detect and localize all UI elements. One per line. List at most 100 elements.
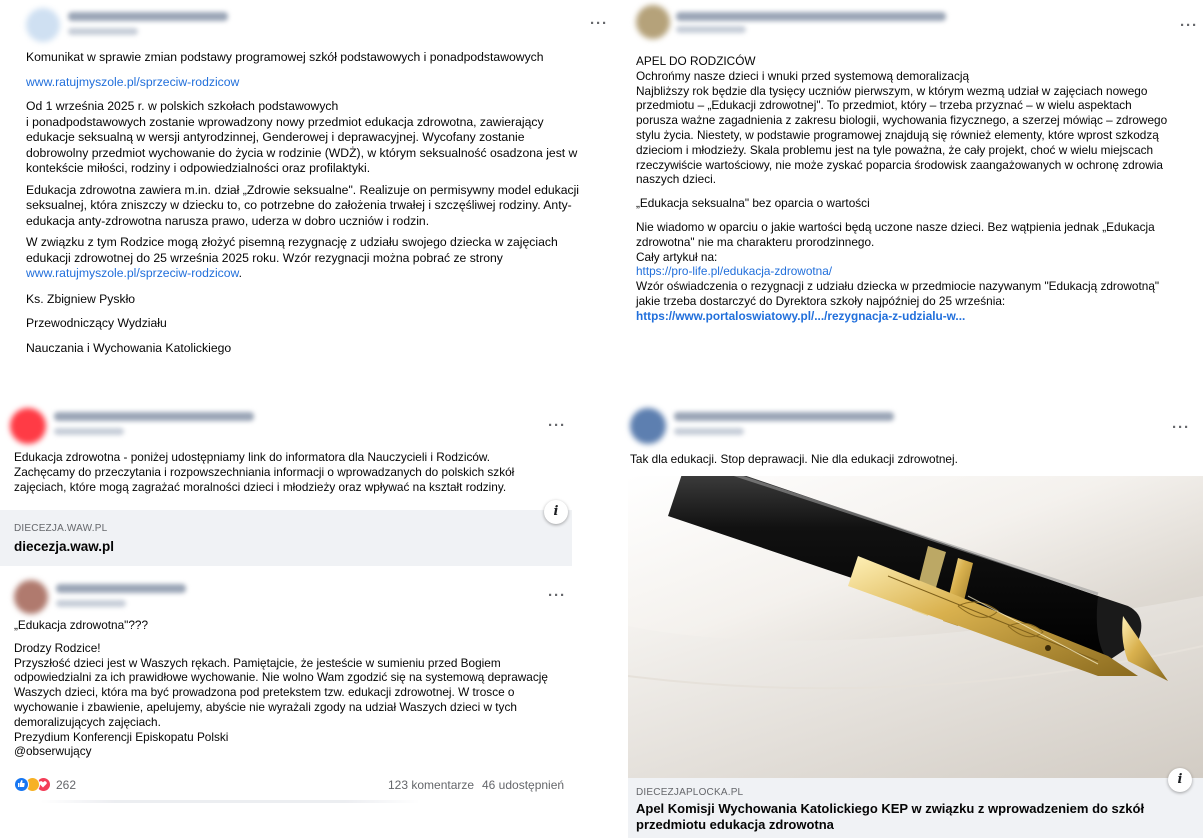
text-line: Przyszłość dzieci jest w Waszych rękach.… — [14, 655, 501, 670]
post-headline: Komunikat w sprawie zmian podstawy progr… — [26, 50, 544, 64]
signature-dept: Nauczania i Wychowania Katolickiego — [26, 340, 232, 355]
author-name-blurred[interactable] — [68, 12, 228, 21]
link-title: Apel Komisji Wychowania Katolickiego KEP… — [636, 801, 1196, 833]
text-line: zajęciach, które mogą zagrażać moralnośc… — [14, 480, 507, 494]
author-avatar[interactable] — [26, 8, 60, 42]
post-informator: ··· Edukacja zdrowotna - poniżej udostęp… — [0, 400, 580, 570]
post-body: „Edukacja zdrowotna"??? Drodzy Rodzice! … — [14, 618, 580, 759]
text-line: kontekście miłości, rodziny i odpowiedzi… — [26, 161, 371, 175]
like-reaction-icon — [14, 777, 29, 792]
paragraph-3: W związku z tym Rodzice mogą złożyć pise… — [26, 235, 606, 282]
more-options-icon[interactable]: ··· — [1180, 18, 1198, 33]
post-header: ··· — [0, 400, 580, 444]
post-ratujmy-szkole: ··· Komunikat w sprawie zmian podstawy p… — [0, 0, 612, 395]
action-bar-cutoff — [40, 800, 420, 803]
post-link[interactable]: www.ratujmyszole.pl/sprzeciw-rodzicow — [26, 75, 239, 89]
mention-tag[interactable]: @obserwujący — [14, 744, 580, 759]
post-body: APEL DO RODZICÓW Ochrońmy nasze dzieci i… — [636, 54, 1201, 324]
more-options-icon[interactable]: ··· — [590, 16, 608, 31]
link-preview-card[interactable]: DIECEZJAPLOCKA.PL Apel Komisji Wychowani… — [628, 778, 1203, 838]
text-line: edukacji zdrowotnej do 25 września 2025 … — [26, 250, 503, 265]
author-name-blurred[interactable] — [676, 12, 946, 21]
text-line: dobrowolny przedmiot wychowanie do życia… — [26, 145, 578, 160]
post-header: ··· — [0, 0, 612, 44]
post-body: Tak dla edukacji. Stop deprawacji. Nie d… — [630, 452, 958, 466]
more-options-icon[interactable]: ··· — [548, 588, 566, 603]
text-line: i ponadpodstawowych zostanie wprowadzony… — [26, 114, 544, 129]
post-body: Edukacja zdrowotna - poniżej udostępniam… — [14, 450, 574, 495]
info-icon[interactable]: i — [544, 500, 568, 524]
signature-name: Ks. Zbigniew Pyskło — [26, 291, 136, 306]
text-line: edukacje seksualną w wersji antyrodzinne… — [26, 130, 525, 144]
author-avatar[interactable] — [636, 5, 670, 39]
post-apel-do-rodzicow: ··· APEL DO RODZICÓW Ochrońmy nasze dzie… — [612, 0, 1203, 395]
post-header: ··· — [0, 574, 580, 614]
post-headline: APEL DO RODZICÓW — [636, 54, 756, 68]
post-tak-dla-edukacji: ··· Tak dla edukacji. Stop deprawacji. N… — [620, 400, 1203, 838]
author-avatar[interactable] — [10, 408, 46, 444]
text-line: Cały artykuł na: — [636, 249, 718, 264]
post-date-blurred[interactable] — [68, 28, 138, 35]
post-body: Komunikat w sprawie zmian podstawy progr… — [26, 50, 606, 363]
text-line: wychowanie i zbawienie, apelujemy, abyśc… — [14, 699, 517, 714]
pen-illustration — [628, 476, 1203, 778]
author-name-blurred[interactable] — [674, 412, 894, 421]
text-line: przedmiotu – „Edukacji zdrowotnej". To p… — [636, 98, 1132, 113]
link-preview-card[interactable]: DIECEZJA.WAW.PL diecezja.waw.pl — [0, 510, 572, 566]
text-line: Ochrońmy nasze dzieci i wnuki przed syst… — [636, 68, 970, 83]
more-options-icon[interactable]: ··· — [548, 418, 566, 433]
post-link[interactable]: https://www.portaloswiatowy.pl/.../rezyg… — [636, 309, 965, 323]
paragraph-1: Od 1 września 2025 r. w polskich szkołac… — [26, 99, 606, 177]
link-title: diecezja.waw.pl — [14, 539, 115, 554]
post-link[interactable]: https://pro-life.pl/edukacja-zdrowotna/ — [636, 264, 832, 278]
text-line: demoralizujących zajęciach. — [14, 714, 161, 729]
text-line: jakie trzeba dostarczyć do Dyrektora szk… — [636, 293, 1006, 308]
text-line: stylu życia. Niestety, w podstawie progr… — [636, 127, 1159, 142]
author-avatar[interactable] — [14, 580, 48, 614]
text-line: Edukacja zdrowotna - poniżej udostępniam… — [14, 450, 491, 464]
shares-count[interactable]: 46 udostępnień — [482, 778, 564, 792]
text-line: Nie wiadomo w oparciu o jakie wartości b… — [636, 219, 1155, 234]
text-line: Wzór oświadczenia o rezygnacji z udziału… — [636, 279, 1160, 294]
post-date-blurred[interactable] — [676, 26, 746, 33]
post-date-blurred[interactable] — [54, 428, 124, 435]
text-line: porusza ważne zagadnienia z zakresu biol… — [636, 113, 1168, 128]
reaction-summary[interactable]: 262 — [14, 777, 76, 792]
text-line: Najbliższy rok będzie dla tysięcy ucznió… — [636, 83, 1148, 98]
paragraph-2: Edukacja zdrowotna zawiera m.in. dział „… — [26, 183, 606, 230]
text-line: edukacja anty-zdrowotna narusza prawo, u… — [26, 213, 430, 228]
post-date-blurred[interactable] — [674, 428, 744, 435]
text-line: W związku z tym Rodzice mogą złożyć pise… — [26, 235, 558, 249]
text-line: Edukacja zdrowotna zawiera m.in. dział „… — [26, 182, 580, 197]
signature: Prezydium Konferencji Episkopatu Polski — [14, 729, 229, 744]
text-line: . — [238, 266, 243, 280]
post-episkopat: ··· „Edukacja zdrowotna"??? Drodzy Rodzi… — [0, 574, 580, 838]
text-line: Od 1 września 2025 r. w polskich szkołac… — [26, 99, 339, 113]
link-domain: DIECEZJAPLOCKA.PL — [636, 787, 744, 798]
text-line: odpowiedzialni za ich prawidłowe wychowa… — [14, 670, 548, 685]
text-line: Zachęcamy do przeczytania i rozpowszechn… — [14, 465, 515, 479]
comments-count[interactable]: 123 komentarze — [388, 778, 474, 792]
reaction-count[interactable]: 262 — [56, 778, 76, 792]
author-name-blurred[interactable] — [54, 412, 254, 421]
info-icon[interactable]: i — [1168, 768, 1192, 792]
text-line: Drodzy Rodzice! — [14, 640, 101, 655]
author-avatar[interactable] — [630, 408, 666, 444]
link-title-line: przedmiotu edukacja zdrowotna — [636, 817, 834, 832]
signature-title: Przewodniczący Wydziału — [26, 316, 167, 330]
fountain-pen-image[interactable] — [628, 476, 1203, 778]
post-link[interactable]: www.ratujmyszole.pl/sprzeciw-rodzicow — [26, 266, 239, 280]
link-title-line: Apel Komisji Wychowania Katolickiego KEP… — [636, 801, 1145, 816]
author-name-blurred[interactable] — [56, 584, 186, 593]
text-line: naszych dzieci. — [636, 172, 716, 187]
text-line: dzieciom i młodzieży. Skala problemu jes… — [636, 142, 1154, 157]
post-date-blurred[interactable] — [56, 600, 126, 607]
more-options-icon[interactable]: ··· — [1172, 420, 1190, 435]
post-headline: „Edukacja zdrowotna"??? — [14, 618, 149, 632]
post-header: ··· — [612, 0, 1203, 40]
text-line: seksualnej, która zniszczy w dziecku to,… — [26, 198, 572, 212]
link-domain: DIECEZJA.WAW.PL — [14, 523, 108, 534]
text-line: rzeczywiście wartościowy, nie może zyska… — [636, 157, 1163, 172]
text-line: zdrowotna" nie ma charakteru prorodzinne… — [636, 234, 875, 249]
text-line: Waszych dzieci, która ma być prowadzona … — [14, 685, 515, 700]
